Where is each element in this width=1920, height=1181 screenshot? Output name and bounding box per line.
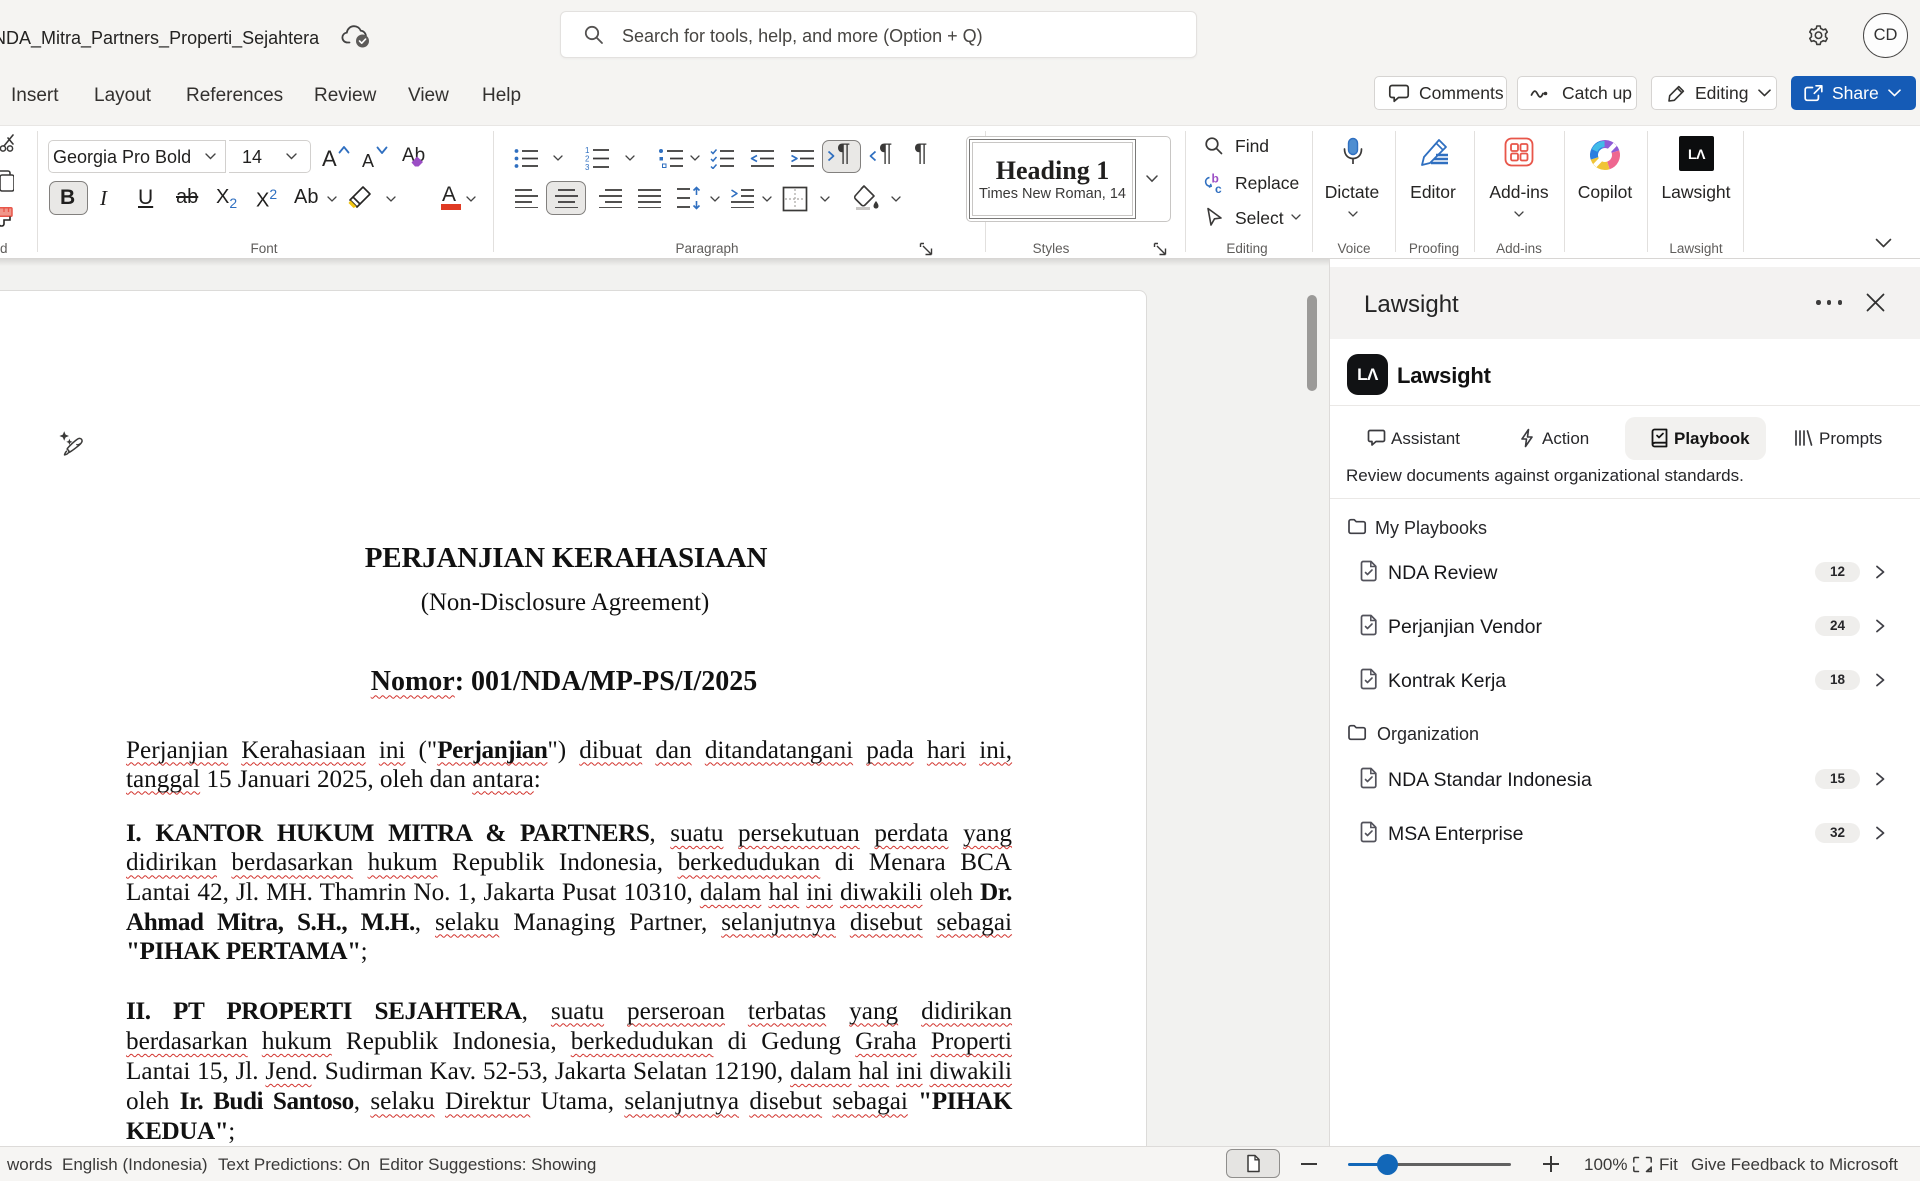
svg-text:3: 3 — [585, 163, 590, 170]
